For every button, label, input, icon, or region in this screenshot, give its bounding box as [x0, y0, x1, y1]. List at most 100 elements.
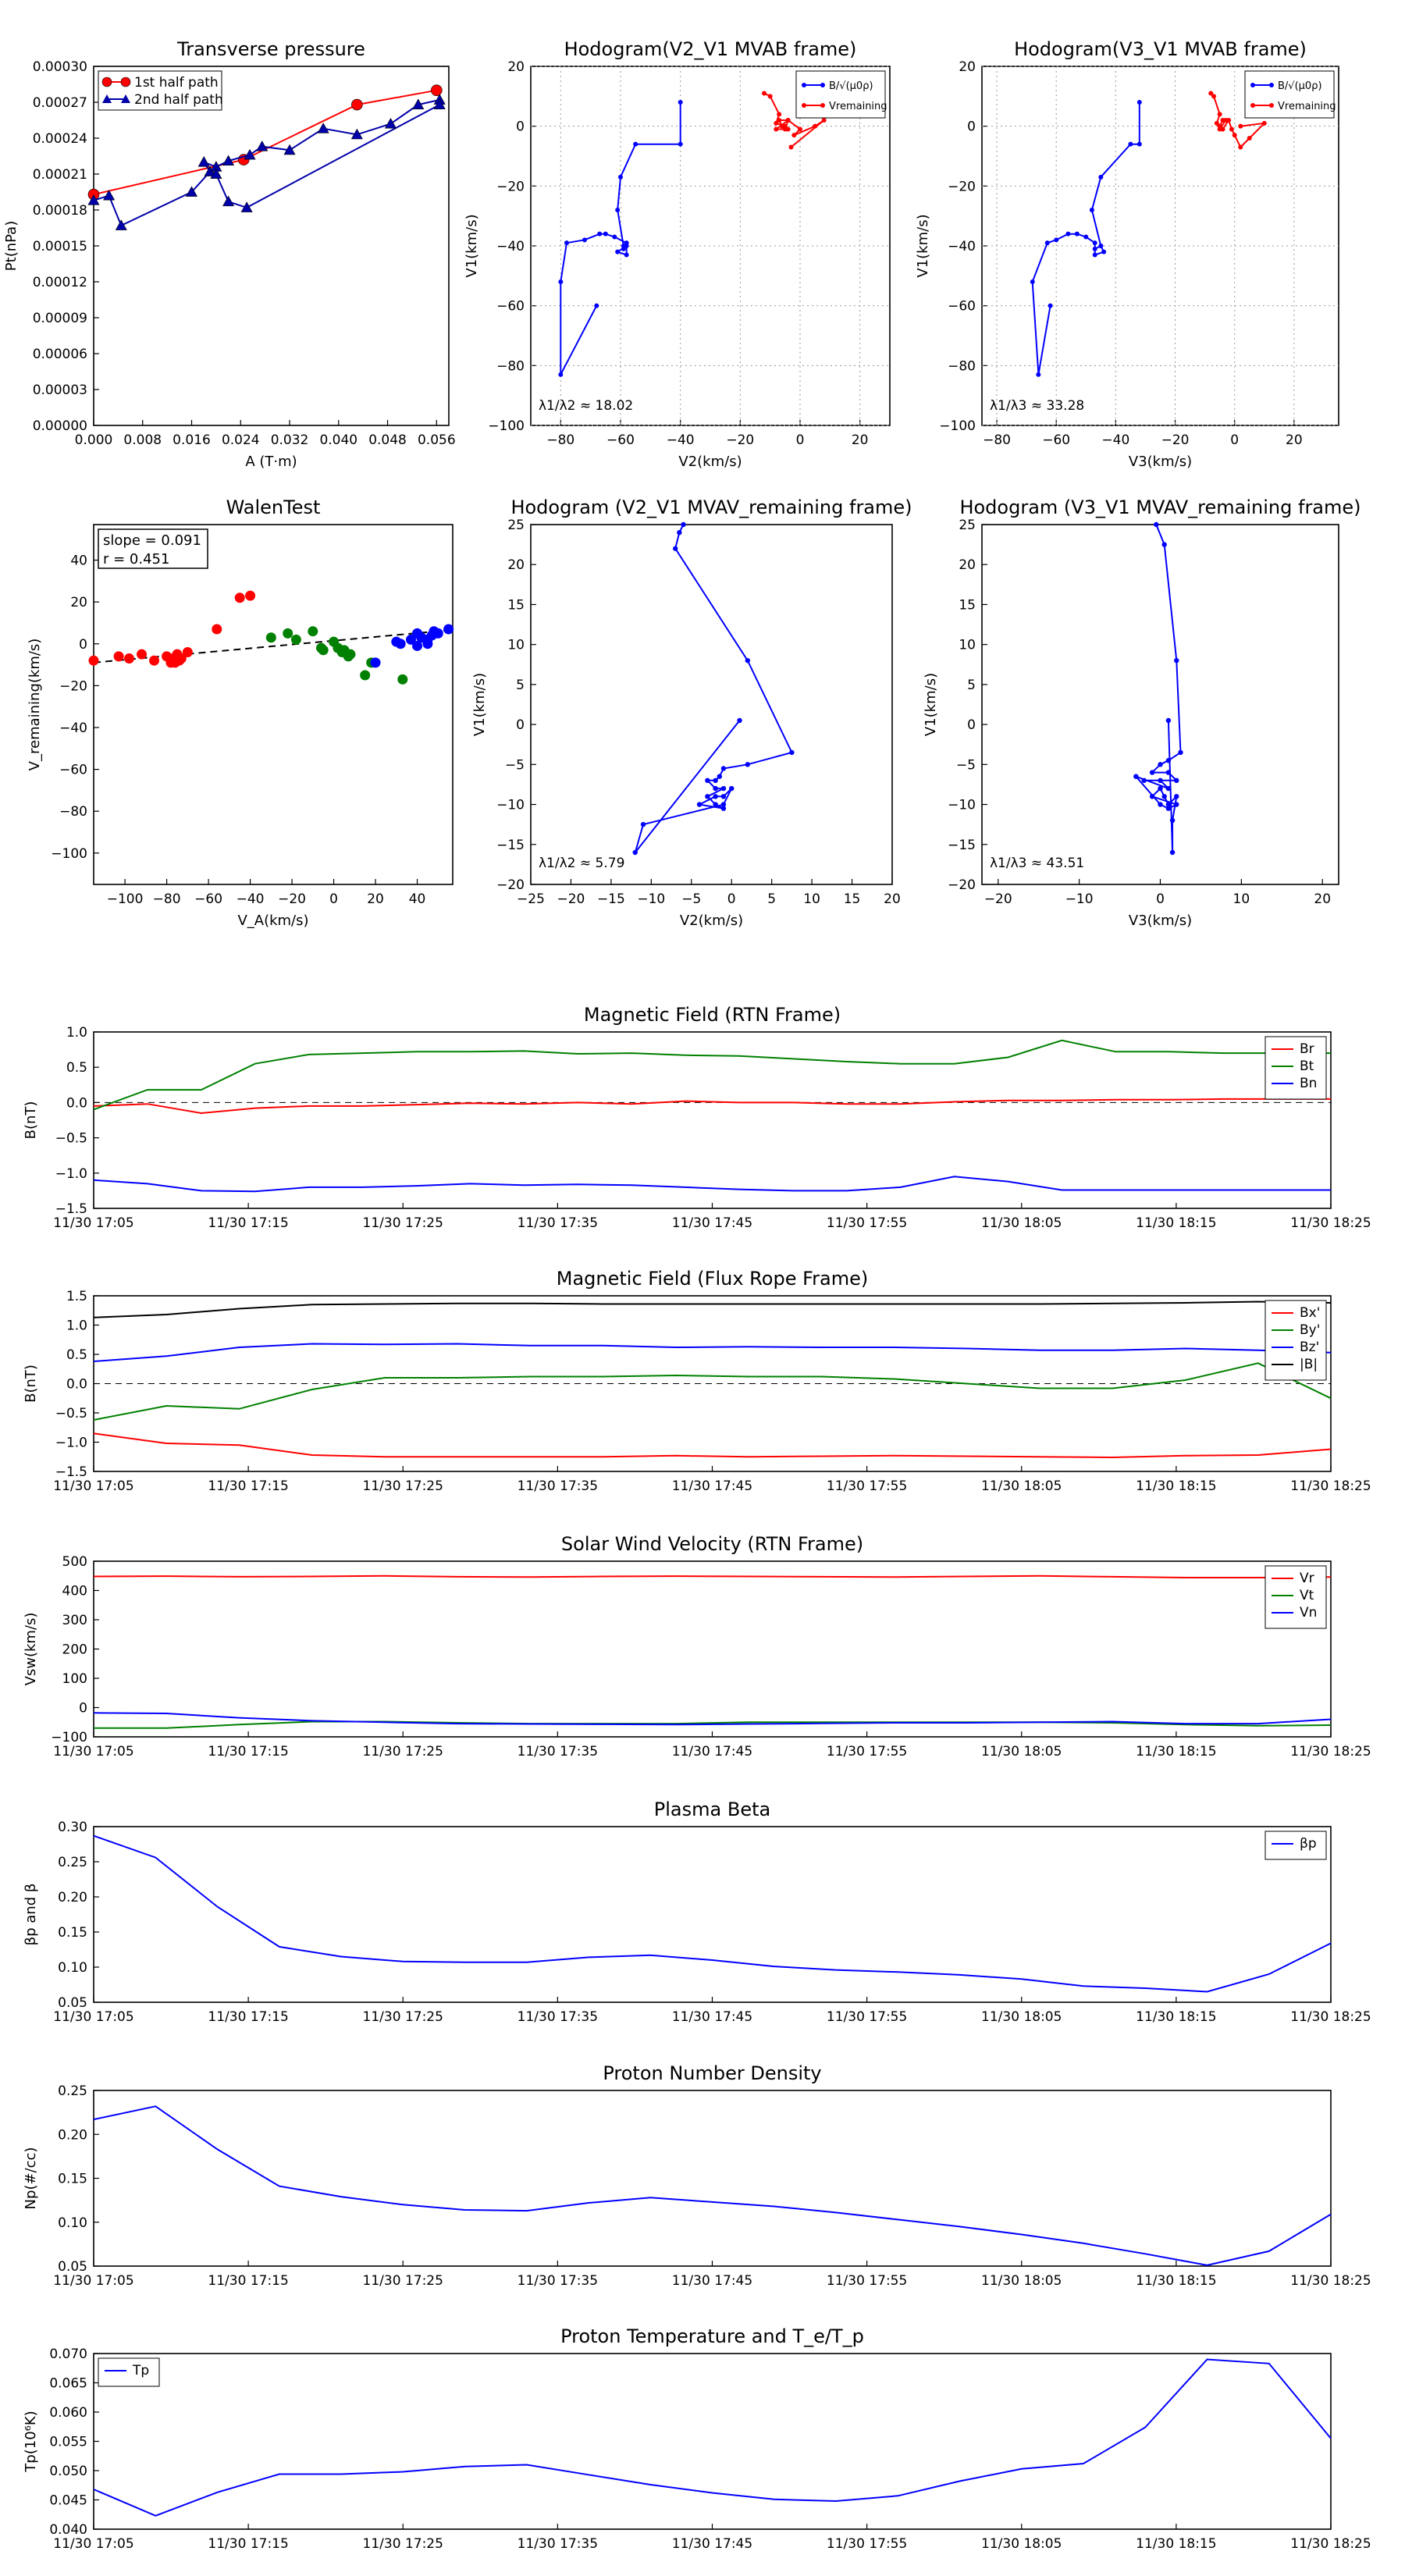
legend-marker — [820, 83, 825, 87]
y-tick-label: 0.20 — [58, 2127, 87, 2143]
data-point — [696, 802, 702, 807]
data-point — [612, 234, 617, 240]
x-tick-label: 0.008 — [123, 432, 162, 448]
x-tick-label: 20 — [884, 891, 901, 907]
data-point — [360, 670, 371, 681]
x-tick-label: 11/30 17:45 — [672, 1478, 752, 1494]
series-line — [93, 1834, 1332, 1993]
data-point — [1036, 372, 1041, 377]
hodogram-mvav-chart: Hodogram (V2_V1 MVAV_remaining frame) −25… — [471, 496, 912, 929]
x-tick-label: 11/30 17:25 — [363, 2273, 443, 2289]
legend-box — [1264, 1831, 1327, 1860]
x-tick-label: 11/30 17:35 — [518, 1478, 598, 1494]
y-tick-label: −80 — [59, 804, 87, 820]
plot-frame — [981, 524, 1339, 885]
data-point — [705, 794, 710, 799]
x-tick-label: 20 — [1314, 891, 1331, 907]
y-tick-label: −100 — [51, 846, 87, 862]
data-point — [1158, 777, 1163, 784]
y-tick-label: 0.00012 — [33, 275, 87, 290]
plot-frame — [93, 1560, 1332, 1738]
y-tick-label: 0.00030 — [33, 59, 87, 75]
data-point — [1154, 521, 1159, 528]
legend-label: Vn — [1300, 1605, 1317, 1621]
chart-title: Hodogram(V2_V1 MVAB frame) — [564, 38, 857, 60]
data-point — [737, 717, 742, 724]
x-tick-label: 11/30 17:45 — [672, 1215, 752, 1231]
x-axis-label: V3(km/s) — [1129, 454, 1192, 470]
data-point — [283, 628, 293, 639]
data-point — [351, 98, 363, 111]
y-tick-label: 5 — [516, 678, 525, 693]
y-tick-label: −15 — [496, 838, 525, 853]
data-point — [1178, 749, 1183, 756]
plot-frame — [530, 524, 893, 885]
data-point — [745, 762, 750, 767]
legend-marker — [1269, 83, 1274, 87]
legend: Tp — [98, 2357, 160, 2387]
x-tick-label: 11/30 18:15 — [1136, 2009, 1216, 2025]
legend-label: Vr — [1300, 1571, 1314, 1586]
data-point — [1226, 118, 1232, 123]
lambda-ratio-annotation: λ1/λ3 ≈ 43.51 — [990, 856, 1084, 871]
x-tick-label: 11/30 17:35 — [518, 2009, 598, 2025]
data-point — [1161, 794, 1167, 799]
y-tick-label: 0 — [79, 637, 87, 653]
data-point — [1149, 770, 1155, 775]
data-point — [789, 749, 795, 756]
data-point — [290, 634, 301, 645]
legend-label: Bx' — [1300, 1305, 1320, 1321]
y-tick-label: 1.5 — [66, 1289, 87, 1304]
data-point — [431, 84, 443, 96]
data-point — [615, 208, 621, 212]
data-point — [1133, 774, 1139, 779]
data-point — [767, 94, 773, 99]
data-point — [265, 632, 276, 643]
y-tick-label: 0.060 — [49, 2405, 87, 2421]
y-tick-label: −100 — [488, 418, 525, 434]
y-tick-label: 0.00015 — [33, 239, 87, 254]
data-point — [713, 777, 718, 784]
chart-title: Hodogram (V3_V1 MVAV_remaining frame) — [959, 496, 1361, 518]
data-point — [1238, 123, 1243, 129]
data-point — [1141, 777, 1147, 784]
y-axis-label: βp and β — [23, 1884, 39, 1946]
data-point — [762, 91, 767, 96]
x-tick-label: 0 — [1156, 891, 1165, 907]
data-point — [395, 639, 406, 649]
data-point — [1092, 252, 1097, 258]
y-tick-label: 20 — [507, 59, 525, 75]
x-tick-label: 11/30 17:05 — [53, 2273, 133, 2289]
data-point — [640, 821, 646, 827]
legend-label: Vremaining — [829, 101, 887, 112]
y-tick-label: 0.00006 — [33, 347, 87, 362]
y-tick-label: 0 — [79, 1701, 87, 1717]
x-tick-label: −20 — [984, 891, 1012, 907]
y-tick-label: −5 — [956, 757, 976, 773]
x-tick-label: 11/30 17:15 — [208, 2009, 288, 2025]
y-tick-label: −15 — [948, 838, 976, 853]
y-tick-label: 15 — [959, 597, 976, 613]
data-point — [582, 237, 587, 243]
legend-box — [98, 2357, 160, 2387]
x-tick-label: 11/30 17:45 — [672, 2273, 752, 2289]
series-line — [93, 1098, 1331, 1115]
data-point — [785, 118, 791, 123]
y-tick-label: 0 — [516, 717, 525, 733]
data-point — [720, 766, 727, 771]
data-point — [169, 657, 180, 668]
data-point — [705, 777, 710, 784]
data-point — [370, 657, 381, 668]
y-tick-label: −10 — [948, 798, 976, 813]
y-tick-label: 5 — [967, 678, 976, 693]
series-line — [93, 1362, 1332, 1421]
x-tick-label: 11/30 17:25 — [363, 2536, 443, 2552]
x-tick-label: 11/30 18:05 — [981, 2273, 1062, 2289]
data-point — [1065, 231, 1071, 237]
y-tick-label: 0.15 — [58, 2172, 87, 2187]
series-line — [93, 1300, 1332, 1318]
y-axis-label: V1(km/s) — [923, 673, 939, 736]
y-tick-label: 0.00024 — [33, 131, 87, 147]
data-point — [603, 231, 608, 237]
chart-title: Transverse pressure — [176, 38, 365, 60]
